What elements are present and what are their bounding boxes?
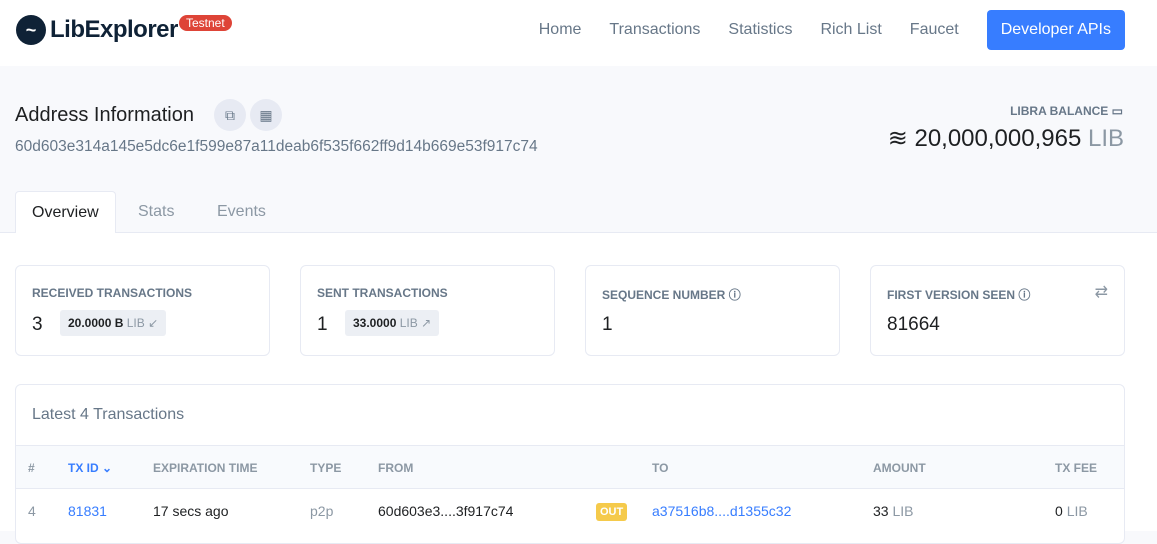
tab-overview[interactable]: Overview [15,191,116,234]
col-fee: TX FEE [1055,461,1098,475]
card-label: RECEIVED TRANSACTIONS [32,286,193,300]
balance-value: ≋ 20,000,000,965 LIB [888,124,1124,153]
card-label: SEQUENCE NUMBER ⓘ [602,286,741,303]
card-label: SENT TRANSACTIONS [317,286,448,300]
received-amount: 20.0000 B LIB ↙ [60,310,167,336]
page-title: Address Information [15,104,194,126]
nav-statistics[interactable]: Statistics [728,21,792,39]
logo-icon: ~ [16,15,46,45]
unit: LIB [126,316,145,330]
col-expiration: EXPIRATION TIME [153,461,258,475]
balance-label: LIBRA BALANCE ▭ [1010,104,1123,118]
amount: 33 LIB [873,503,913,519]
nav-home[interactable]: Home [539,21,582,39]
wallet-icon: ▭ [1111,104,1123,118]
unit: LIB [399,316,418,330]
copy-icon[interactable]: ⧉ [214,99,246,131]
swap-icon[interactable]: ⇄ [1095,282,1108,302]
transactions-table: Latest 4 Transactions # TX ID ⌄ EXPIRATI… [15,384,1125,544]
sequence-value: 1 [602,314,613,335]
nav-faucet[interactable]: Faucet [910,21,959,39]
col-from: FROM [378,461,414,475]
to-address-link[interactable]: a37516b8....d1355c32 [652,503,791,519]
brand-name: LibExplorer [50,16,178,43]
col-amount: AMOUNT [873,461,926,475]
libra-icon: ≋ [887,125,908,152]
col-txid[interactable]: TX ID ⌄ [68,461,112,475]
from-address: 60d603e3....3f917c74 [378,503,514,519]
tab-stats[interactable]: Stats [122,191,190,233]
balance-amount: 20,000,000,965 [914,125,1082,152]
received-transactions-card: RECEIVED TRANSACTIONS 3 20.0000 B LIB ↙ [15,265,270,356]
balance-label-text: LIBRA BALANCE [1010,104,1109,118]
nav-transactions[interactable]: Transactions [609,21,700,39]
label: SEQUENCE NUMBER [602,288,726,302]
arrow-down-left-icon: ↙ [148,316,159,330]
help-icon[interactable]: ⓘ [1018,288,1030,302]
address-hash: 60d603e314a145e5dc6e1f599e87a11deab6f535… [15,138,538,155]
tx-type: p2p [310,503,334,519]
chevron-down-icon: ⌄ [102,461,113,475]
card-label: FIRST VERSION SEEN ⓘ [887,286,1030,303]
table-header: # TX ID ⌄ EXPIRATION TIME TYPE FROM TO A… [16,445,1124,489]
direction-badge: OUT [596,503,628,521]
col-txid-label: TX ID [68,461,99,475]
tabs: Overview Stats Events [0,191,1157,234]
arrow-up-right-icon: ↗ [421,316,432,330]
developer-apis-button[interactable]: Developer APIs [986,10,1125,50]
expiration-time: 17 secs ago [153,503,229,519]
tx-id-link[interactable]: 81831 [68,503,107,519]
col-to: TO [652,461,669,475]
logo[interactable]: ~ LibExplorer [16,15,178,45]
first-version-value: 81664 [887,314,940,335]
first-version-card: FIRST VERSION SEEN ⓘ ⇄ 81664 [870,265,1125,356]
table-title: Latest 4 Transactions [32,406,185,423]
top-navbar: ~ LibExplorer Testnet Home Transactions … [0,0,1157,66]
amount-value: 33 [873,503,889,519]
col-type: TYPE [310,461,342,475]
sent-transactions-card: SENT TRANSACTIONS 1 33.0000 LIB ↗ [300,265,555,356]
sent-count: 1 [317,314,328,335]
help-icon[interactable]: ⓘ [729,288,741,302]
tab-events[interactable]: Events [201,191,282,233]
col-number: # [28,461,35,475]
sent-amount: 33.0000 LIB ↗ [345,310,440,336]
qr-code-icon[interactable]: ▦ [250,99,282,131]
fee-unit: LIB [1066,503,1088,519]
sequence-number-card: SEQUENCE NUMBER ⓘ 1 [585,265,840,356]
label: FIRST VERSION SEEN [887,288,1016,302]
fee-value: 0 [1055,503,1063,519]
balance-unit: LIB [1087,125,1124,152]
network-badge: Testnet [179,15,232,31]
row-number: 4 [28,503,36,519]
amount-unit: LIB [892,503,914,519]
tx-fee: 0 LIB [1055,503,1088,519]
received-count: 3 [32,314,43,335]
amount: 20.0000 B [68,316,124,330]
nav-rich-list[interactable]: Rich List [820,21,881,39]
amount: 33.0000 [353,316,397,330]
